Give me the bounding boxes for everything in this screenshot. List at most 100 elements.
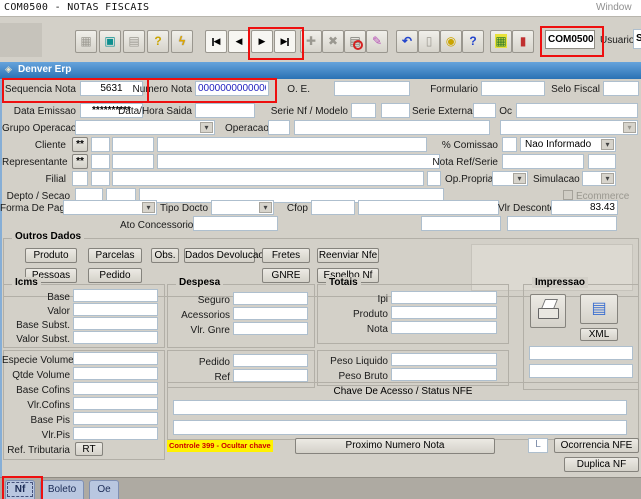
peso-liquido-field[interactable] [391, 353, 497, 366]
help-button[interactable]: ? [462, 30, 484, 53]
pedido-button[interactable]: Pedido [88, 268, 142, 283]
cliente-nome-field[interactable] [157, 137, 427, 152]
execute-button[interactable]: ϟ [171, 30, 193, 53]
oe-field[interactable] [334, 81, 410, 96]
help-doc-button[interactable]: ? [147, 30, 169, 53]
representante-tipo-field[interactable] [91, 154, 110, 169]
icms-base-field[interactable] [73, 289, 158, 302]
forma-pagto-dropdown[interactable]: ▾ [63, 200, 157, 215]
reenviar-nfe-button[interactable]: Reenviar Nfe [317, 248, 379, 263]
operacao-extra-dropdown[interactable]: ▾ [500, 120, 638, 135]
cliente-lov-button[interactable]: ** [72, 137, 88, 152]
save-button[interactable]: ▦ [75, 30, 97, 53]
representante-codigo-field[interactable] [112, 154, 154, 169]
vlr-pis-field[interactable] [73, 427, 158, 440]
xml-button[interactable]: XML [580, 328, 618, 341]
chave-acesso-field[interactable] [173, 400, 627, 415]
dropdown-arrow-icon[interactable]: ▾ [142, 202, 155, 213]
qtde-volume-field[interactable] [73, 367, 158, 380]
menu-window[interactable]: Window [596, 2, 632, 13]
icms-valor-subst-field[interactable] [73, 331, 158, 344]
fretes-button[interactable]: Fretes [262, 248, 310, 263]
calendar-button[interactable]: ▦ [490, 30, 512, 53]
delete-record-button[interactable]: ✖ [322, 30, 344, 53]
comissao-dropdown[interactable]: Nao Informado▾ [520, 137, 616, 152]
cfop-field[interactable] [311, 200, 355, 215]
dropdown-arrow-icon[interactable]: ▾ [601, 139, 614, 150]
selo-fiscal-field[interactable] [603, 81, 639, 96]
pedido-field[interactable] [233, 354, 308, 367]
extra-field-2[interactable] [507, 216, 617, 231]
data-hora-saida-field[interactable] [195, 103, 255, 118]
ato-concessorio-field[interactable] [193, 216, 278, 231]
impressao-field-1[interactable] [529, 346, 633, 360]
comissao-field[interactable] [502, 137, 517, 152]
impressao-field-2[interactable] [529, 364, 633, 378]
icms-valor-field[interactable] [73, 303, 158, 316]
representante-nome-field[interactable] [157, 154, 440, 169]
tipo-docto-dropdown[interactable]: ▾ [211, 200, 274, 215]
status-nfe-field[interactable] [173, 420, 627, 435]
extra-field-1[interactable] [421, 216, 501, 231]
oc-field[interactable] [516, 103, 638, 118]
screen-button[interactable]: ▣ [99, 30, 121, 53]
especie-volume-field[interactable] [73, 352, 158, 365]
totais-nota-field[interactable] [391, 321, 497, 334]
filial-extra-field[interactable] [427, 171, 441, 186]
imprimir-danfe-button[interactable] [530, 294, 566, 328]
cliente-codigo-field[interactable] [112, 137, 154, 152]
rt-button[interactable]: RT [75, 442, 103, 456]
vlr-cofins-field[interactable] [73, 397, 158, 410]
operacao-desc-field[interactable] [294, 120, 490, 135]
nota-ref-serie-field[interactable] [588, 154, 616, 169]
op-propria-dropdown[interactable]: ▾ [492, 171, 528, 186]
dropdown-arrow-icon[interactable]: ▾ [513, 173, 526, 184]
serie-externa-field[interactable] [473, 103, 496, 118]
ref-field[interactable] [233, 369, 308, 382]
l-field[interactable]: L [528, 438, 548, 453]
modelo-field[interactable] [381, 103, 410, 118]
serie-nf-field[interactable] [351, 103, 376, 118]
duplica-nf-button[interactable]: Duplica NF [564, 457, 639, 472]
previous-record-button[interactable]: ◀ [228, 30, 250, 53]
clipboard-button[interactable]: ▯ [418, 30, 440, 53]
proximo-numero-nota-button[interactable]: Proximo Numero Nota [295, 438, 495, 454]
keys-button[interactable]: ◉ [440, 30, 462, 53]
tab-boleto[interactable]: Boleto [40, 480, 84, 499]
print-button[interactable]: ▤ [123, 30, 145, 53]
dropdown-arrow-icon[interactable]: ▾ [601, 173, 614, 184]
dropdown-arrow-icon[interactable]: ▾ [623, 122, 636, 133]
dados-devolucao-button[interactable]: Dados Devolucao [184, 248, 255, 263]
cliente-tipo-field[interactable] [91, 137, 110, 152]
usuario-field[interactable]: SUPORT [633, 29, 641, 49]
representante-lov-button[interactable]: ** [72, 154, 88, 169]
tab-oe[interactable]: Oe [89, 480, 119, 499]
peso-bruto-field[interactable] [391, 368, 497, 381]
simulacao-dropdown[interactable]: ▾ [582, 171, 616, 186]
formulario-field[interactable] [481, 81, 545, 96]
totais-produto-field[interactable] [391, 306, 497, 319]
base-pis-field[interactable] [73, 412, 158, 425]
produto-button[interactable]: Produto [25, 248, 77, 263]
obs-button[interactable]: Obs. [151, 248, 179, 263]
base-cofins-field[interactable] [73, 382, 158, 395]
dropdown-arrow-icon[interactable]: ▾ [259, 202, 272, 213]
cfop-desc-field[interactable] [358, 200, 499, 215]
acessorios-field[interactable] [233, 307, 308, 320]
filial-nome-field[interactable] [112, 171, 424, 186]
ecommerce-checkbox[interactable] [563, 190, 573, 200]
ipi-field[interactable] [391, 291, 497, 304]
execute-query-button[interactable]: ✎ [366, 30, 388, 53]
first-record-button[interactable]: ◀ [205, 30, 227, 53]
filial-tipo-field[interactable] [72, 171, 88, 186]
exit-button[interactable]: ▮ [512, 30, 534, 53]
gnre-button[interactable]: GNRE [262, 268, 310, 283]
icms-base-subst-field[interactable] [73, 317, 158, 330]
parcelas-button[interactable]: Parcelas [88, 248, 142, 263]
ocorrencia-nfe-button[interactable]: Ocorrencia NFE [554, 438, 639, 453]
nota-ref-field[interactable] [502, 154, 584, 169]
enter-query-button[interactable]: ▤ [344, 30, 366, 53]
dropdown-arrow-icon[interactable]: ▾ [200, 122, 213, 133]
vlr-desconto-field[interactable] [551, 200, 618, 215]
filial-codigo-field[interactable] [91, 171, 110, 186]
